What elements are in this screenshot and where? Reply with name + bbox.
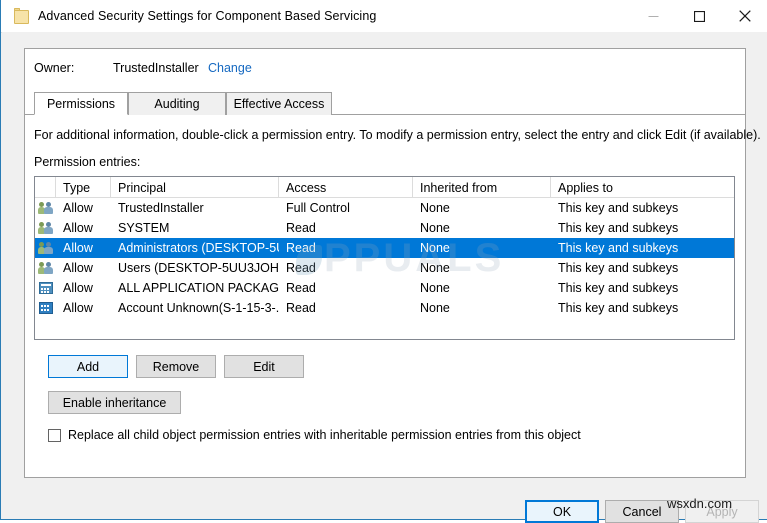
maximize-icon[interactable] <box>676 0 722 32</box>
edit-button-label: Edit <box>253 360 275 374</box>
row-principal: ALL APPLICATION PACKAGES <box>111 278 279 298</box>
replace-child-permissions-label: Replace all child object permission entr… <box>68 428 581 442</box>
table-body: AllowTrustedInstallerFull ControlNoneThi… <box>35 198 734 318</box>
owner-label: Owner: <box>34 61 74 75</box>
row-access: Read <box>279 278 413 298</box>
row-inherited-from: None <box>413 198 551 218</box>
row-type: Allow <box>56 278 111 298</box>
row-access: Read <box>279 258 413 278</box>
enable-inheritance-button[interactable]: Enable inheritance <box>48 391 181 414</box>
table-row[interactable]: AllowUsers (DESKTOP-5UU3JOH\Us...ReadNon… <box>35 258 734 278</box>
row-type: Allow <box>56 238 111 258</box>
table-row[interactable]: AllowAdministrators (DESKTOP-5U...ReadNo… <box>35 238 734 258</box>
row-applies-to: This key and subkeys <box>551 198 734 218</box>
row-applies-to: This key and subkeys <box>551 258 734 278</box>
replace-child-permissions-checkbox[interactable] <box>48 429 61 442</box>
row-type: Allow <box>56 258 111 278</box>
tab-permissions[interactable]: Permissions <box>34 92 128 115</box>
row-inherited-from: None <box>413 258 551 278</box>
column-header-applies-to[interactable]: Applies to <box>551 177 734 198</box>
row-inherited-from: None <box>413 218 551 238</box>
tab-effective-access[interactable]: Effective Access <box>226 92 332 115</box>
row-type: Allow <box>56 218 111 238</box>
table-row[interactable]: AllowALL APPLICATION PACKAGESReadNoneThi… <box>35 278 734 298</box>
row-applies-to: This key and subkeys <box>551 218 734 238</box>
tab-permissions-label: Permissions <box>47 97 115 111</box>
table-row[interactable]: AllowSYSTEMReadNoneThis key and subkeys <box>35 218 734 238</box>
apply-button-label: Apply <box>706 505 737 519</box>
row-access: Read <box>279 298 413 318</box>
remove-button-label: Remove <box>153 360 200 374</box>
advanced-security-settings-dialog: Advanced Security Settings for Component… <box>0 0 767 520</box>
row-applies-to: This key and subkeys <box>551 298 734 318</box>
add-button[interactable]: Add <box>48 355 128 378</box>
column-header-inherited-from[interactable]: Inherited from <box>413 177 551 198</box>
row-principal: Users (DESKTOP-5UU3JOH\Us... <box>111 258 279 278</box>
column-header-icon <box>35 177 56 198</box>
permissions-tab-panel: For additional information, double-click… <box>25 115 745 477</box>
info-text: For additional information, double-click… <box>34 128 761 142</box>
add-button-label: Add <box>77 360 99 374</box>
title-bar: Advanced Security Settings for Component… <box>1 0 767 33</box>
ok-button-label: OK <box>553 505 571 519</box>
close-icon[interactable] <box>722 0 767 32</box>
row-inherited-from: None <box>413 278 551 298</box>
window-controls <box>630 0 767 32</box>
minimize-icon[interactable] <box>630 0 676 32</box>
permission-entries-label: Permission entries: <box>34 155 140 169</box>
row-access: Read <box>279 218 413 238</box>
row-inherited-from: None <box>413 238 551 258</box>
change-owner-link[interactable]: Change <box>208 61 252 75</box>
tab-auditing-label: Auditing <box>154 97 199 111</box>
replace-child-permissions-row[interactable]: Replace all child object permission entr… <box>48 428 581 442</box>
edit-button[interactable]: Edit <box>224 355 304 378</box>
window-title: Advanced Security Settings for Component… <box>38 9 376 23</box>
row-type: Allow <box>56 198 111 218</box>
column-header-principal[interactable]: Principal <box>111 177 279 198</box>
folder-icon <box>13 8 29 24</box>
row-principal: Account Unknown(S-1-15-3-... <box>111 298 279 318</box>
users-group-icon <box>35 258 56 278</box>
users-group-icon <box>35 198 56 218</box>
tab-effective-access-label: Effective Access <box>234 97 325 111</box>
users-group-icon <box>35 218 56 238</box>
dialog-footer: OK Cancel Apply <box>2 478 767 519</box>
content-card: Owner: TrustedInstaller Change Permissio… <box>24 48 746 478</box>
row-applies-to: This key and subkeys <box>551 238 734 258</box>
remove-button[interactable]: Remove <box>136 355 216 378</box>
row-access: Read <box>279 238 413 258</box>
table-row[interactable]: AllowTrustedInstallerFull ControlNoneThi… <box>35 198 734 218</box>
tab-strip: Permissions Auditing Effective Access <box>25 92 745 115</box>
owner-row: Owner: TrustedInstaller Change <box>25 49 745 92</box>
row-access: Full Control <box>279 198 413 218</box>
column-header-type[interactable]: Type <box>56 177 111 198</box>
unknown-account-icon <box>35 298 56 318</box>
permission-entries-list[interactable]: Type Principal Access Inherited from App… <box>34 176 735 340</box>
enable-inheritance-label: Enable inheritance <box>63 396 167 410</box>
tab-auditing[interactable]: Auditing <box>128 92 226 115</box>
table-row[interactable]: AllowAccount Unknown(S-1-15-3-...ReadNon… <box>35 298 734 318</box>
row-principal: SYSTEM <box>111 218 279 238</box>
row-applies-to: This key and subkeys <box>551 278 734 298</box>
owner-value: TrustedInstaller <box>113 61 199 75</box>
table-header-row: Type Principal Access Inherited from App… <box>35 177 734 198</box>
app-package-icon <box>35 278 56 298</box>
cancel-button-label: Cancel <box>623 505 662 519</box>
dialog-body: Owner: TrustedInstaller Change Permissio… <box>2 32 767 519</box>
row-inherited-from: None <box>413 298 551 318</box>
row-principal: Administrators (DESKTOP-5U... <box>111 238 279 258</box>
users-group-icon <box>35 238 56 258</box>
column-header-access[interactable]: Access <box>279 177 413 198</box>
row-type: Allow <box>56 298 111 318</box>
row-principal: TrustedInstaller <box>111 198 279 218</box>
